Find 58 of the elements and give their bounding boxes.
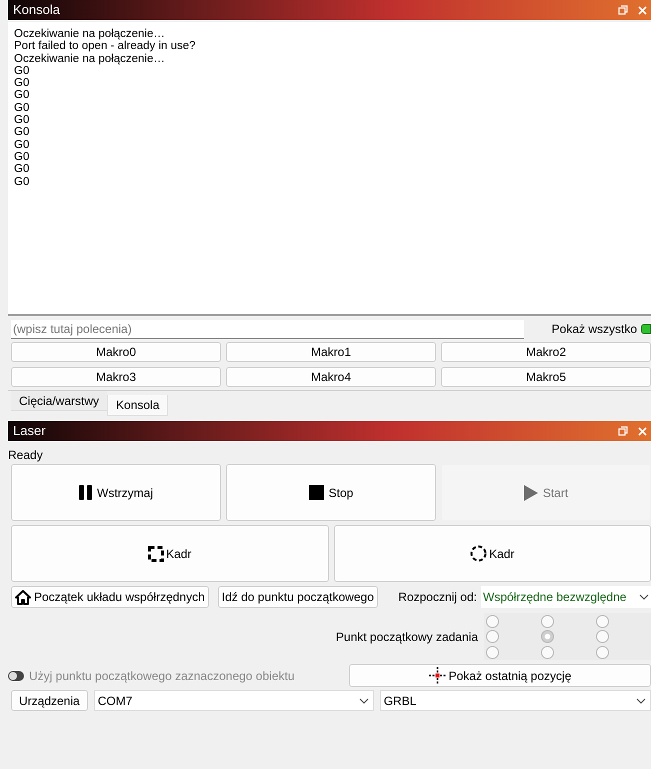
- panel-title: Laser: [13, 422, 47, 440]
- frame-button[interactable]: Kadr: [11, 525, 328, 582]
- stop-icon: [308, 485, 324, 500]
- port-dropdown-value: COM7: [98, 692, 134, 710]
- pause-icon: [79, 485, 92, 500]
- chevron-down-icon: [358, 698, 369, 704]
- console-line: G0: [14, 64, 30, 78]
- coordinate-origin-button[interactable]: Początek układu współrzędnych: [11, 586, 209, 608]
- device-type-dropdown[interactable]: GRBL: [380, 690, 651, 711]
- macro-button[interactable]: Makro3: [11, 367, 221, 387]
- macro-button[interactable]: Makro5: [441, 367, 651, 387]
- console-line: G0: [14, 89, 30, 102]
- tab[interactable]: Cięcia/warstwy: [11, 391, 108, 411]
- tab[interactable]: Konsola: [107, 395, 168, 416]
- console-line: G0: [14, 102, 30, 114]
- console-line: G0: [14, 77, 30, 90]
- macro-button[interactable]: Makro2: [441, 342, 651, 362]
- console-line: G0: [14, 150, 30, 164]
- close-icon[interactable]: [638, 6, 647, 14]
- macro-button[interactable]: Makro4: [226, 367, 436, 387]
- console-line: Oczekiwanie na połączenie…: [14, 28, 166, 40]
- start-from-dropdown[interactable]: Współrzędne bezwzględne: [481, 586, 651, 608]
- console-line: Oczekiwanie na połączenie…: [14, 52, 166, 65]
- show-all-label: Pokaż wszystko: [552, 321, 637, 338]
- dashed-square-icon: [148, 546, 164, 562]
- chevron-down-icon: [636, 698, 646, 704]
- port-dropdown[interactable]: COM7: [94, 690, 374, 711]
- chevron-down-icon: [639, 594, 649, 600]
- show-last-position-button[interactable]: Pokaż ostatnią pozycję: [349, 664, 651, 687]
- close-icon[interactable]: [638, 426, 647, 436]
- job-origin-label: Punkt początkowy zadania: [336, 628, 478, 646]
- frame-button[interactable]: Kadr: [334, 525, 651, 582]
- play-icon: [524, 484, 538, 500]
- console-line: G0: [14, 163, 30, 176]
- restore-icon[interactable]: [618, 5, 628, 15]
- console-line: G0: [14, 114, 30, 126]
- dashed-circle-icon: [470, 545, 488, 562]
- start-from-value: Współrzędne bezwzględne: [483, 589, 628, 606]
- pause-button[interactable]: Wstrzymaj: [11, 464, 221, 521]
- console-line: Port failed to open - already in use?: [14, 40, 197, 53]
- console-line: G0: [14, 176, 30, 188]
- restore-icon[interactable]: [618, 426, 628, 436]
- status-text: Ready: [8, 447, 44, 462]
- go-home-button[interactable]: Idź do punktu początkowego: [218, 586, 378, 608]
- macro-button[interactable]: Makro1: [226, 342, 436, 362]
- console-line: G0: [14, 138, 30, 151]
- stop-button[interactable]: Stop: [226, 464, 436, 521]
- devices-button[interactable]: Urządzenia: [11, 690, 88, 711]
- device-type-dropdown-value: GRBL: [384, 692, 418, 710]
- home-icon: [15, 590, 31, 604]
- console-line: G0: [14, 126, 30, 139]
- use-selection-origin-label: Użyj punktu początkowego zaznaczonego obiektu: [29, 668, 294, 684]
- macro-button[interactable]: Makro0: [11, 342, 221, 362]
- show-all-toggle[interactable]: [641, 324, 651, 334]
- crosshair-icon: [428, 667, 446, 684]
- command-input[interactable]: (wpisz tutaj polecenia): [11, 320, 524, 338]
- panel-title: Konsola: [13, 1, 61, 20]
- start-from-label: Rozpocznij od:: [398, 589, 477, 606]
